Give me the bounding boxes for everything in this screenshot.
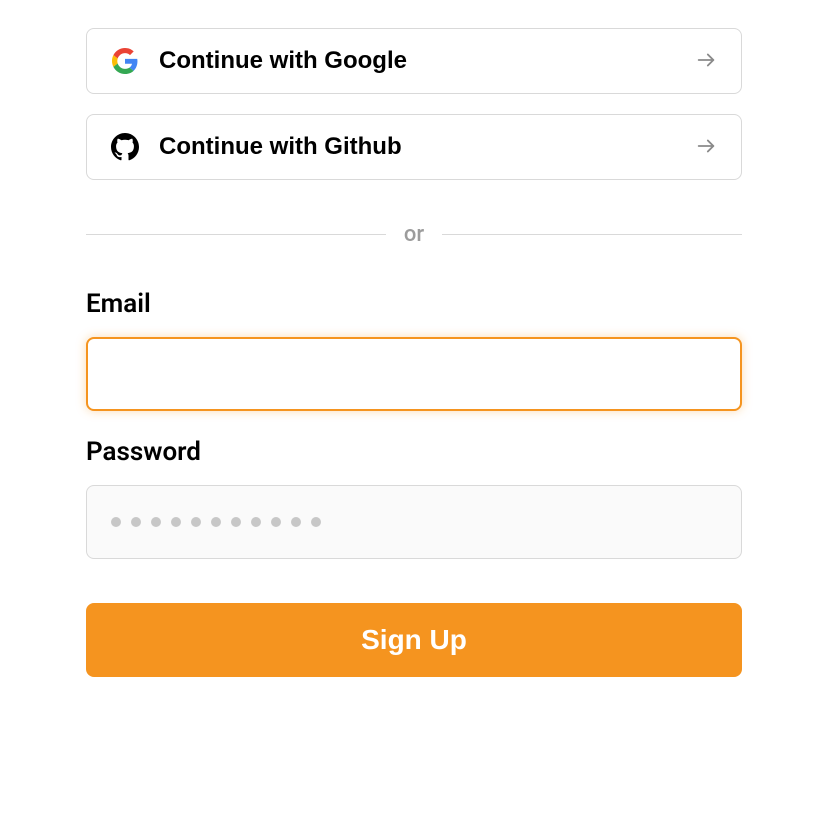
divider-text: or [404,222,424,247]
signup-card: Continue with Google Continue with Githu… [0,0,828,824]
password-input[interactable] [86,485,742,559]
password-label: Password [86,437,742,467]
arrow-right-icon [695,49,717,74]
email-input[interactable] [86,337,742,411]
signup-button[interactable]: Sign Up [86,603,742,677]
password-dot [131,517,141,527]
password-dot [191,517,201,527]
password-dot [171,517,181,527]
password-dot [291,517,301,527]
password-dot [271,517,281,527]
divider-line-left [86,234,386,235]
divider: or [86,222,742,247]
github-button-label: Continue with Github [159,133,695,161]
password-dot [111,517,121,527]
email-field-group: Email [86,289,742,411]
password-dot [231,517,241,527]
password-dot [151,517,161,527]
password-field-group: Password [86,437,742,559]
password-dot [251,517,261,527]
continue-with-google-button[interactable]: Continue with Google [86,28,742,94]
password-dot [311,517,321,527]
email-label: Email [86,289,742,319]
google-icon [111,47,139,75]
google-button-label: Continue with Google [159,47,695,75]
github-icon [111,133,139,161]
password-dot [211,517,221,527]
continue-with-github-button[interactable]: Continue with Github [86,114,742,180]
divider-line-right [442,234,742,235]
arrow-right-icon [695,135,717,160]
